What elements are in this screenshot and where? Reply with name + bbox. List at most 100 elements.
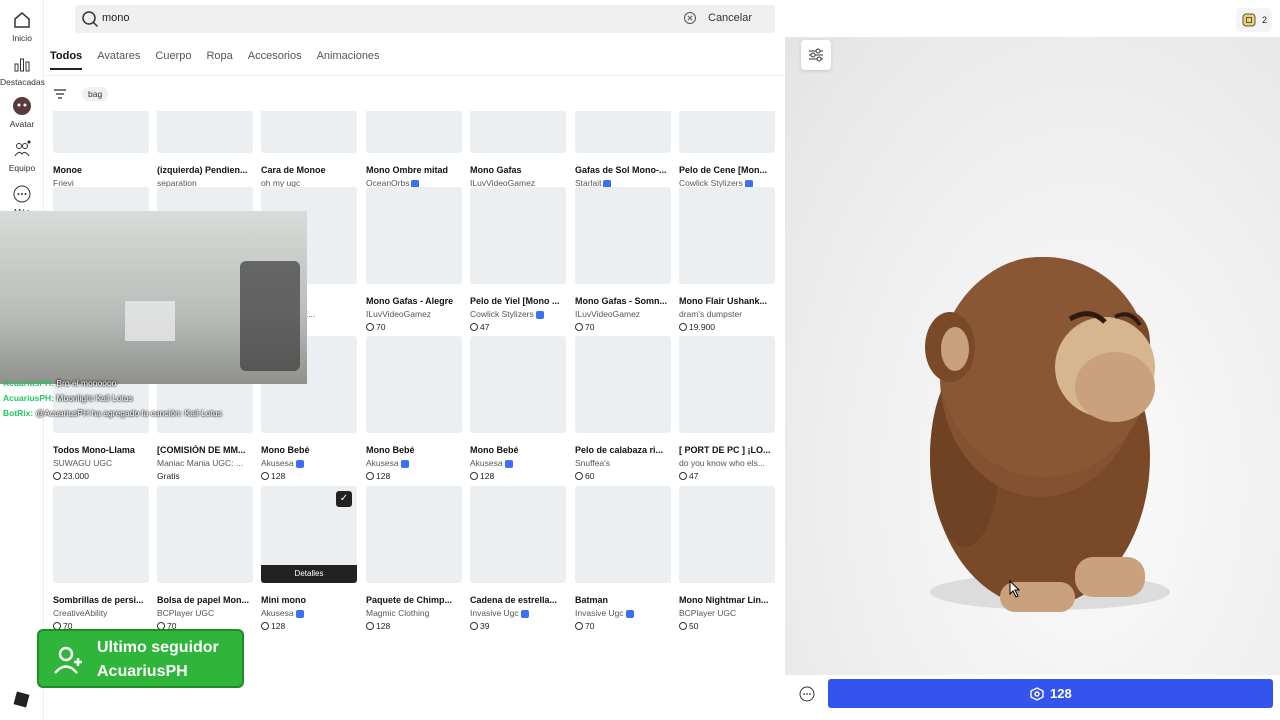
category-tabs: Todos Avatares Cuerpo Ropa Accesorios An…	[50, 50, 380, 70]
catalog-item-card[interactable]: Mono Nightmar Lin... BCPlayer UGC 50	[679, 486, 777, 631]
nav-item-featured[interactable]: Destacadas	[0, 54, 45, 87]
item-thumbnail[interactable]	[470, 111, 566, 153]
item-creator[interactable]: Invasive Ugc	[575, 608, 673, 618]
chat-user: AcuariusPH:	[3, 393, 55, 403]
item-creator[interactable]: Maniac Mania UGC: ...	[157, 458, 255, 468]
item-creator[interactable]: do you know who els...	[679, 458, 777, 468]
item-name: Mono Gafas - Alegre	[366, 296, 454, 306]
stream-chat: AcuariusPH: Bro el monoooo AcuariusPH: M…	[3, 378, 293, 423]
search-input[interactable]: mono	[75, 5, 775, 33]
item-thumbnail[interactable]	[366, 187, 462, 284]
item-thumbnail[interactable]	[261, 111, 357, 153]
item-thumbnail[interactable]	[575, 111, 671, 153]
item-thumbnail[interactable]	[679, 187, 775, 284]
nav-item-team[interactable]: Equipo	[0, 140, 44, 173]
item-thumbnail[interactable]	[470, 486, 566, 583]
item-creator[interactable]: CreativeAbility	[53, 608, 151, 618]
item-name: Pelo de Yiel [Mono ...	[470, 296, 560, 306]
robux-icon	[366, 472, 374, 480]
item-thumbnail[interactable]	[679, 111, 775, 153]
item-thumbnail[interactable]	[679, 486, 775, 583]
verified-badge-icon	[625, 609, 634, 618]
catalog-item-card[interactable]: Pelo de calabaza ri... Snuffea's 60	[575, 336, 673, 481]
tab-cuerpo[interactable]: Cuerpo	[155, 50, 191, 70]
follower-title: Ultimo seguidor	[97, 639, 219, 656]
robux-balance-value: 2	[1262, 15, 1268, 25]
mouse-cursor-icon	[1009, 580, 1021, 598]
item-thumbnail[interactable]	[366, 336, 462, 433]
item-creator[interactable]: Snuffea's	[575, 458, 673, 468]
catalog-item-card[interactable]: Paquete de Chimp... Magmic Clothing 128	[366, 486, 464, 631]
item-creator[interactable]: Akusesa	[261, 608, 359, 618]
roblox-avatar-shop: Inicio Destacadas Avatar Equipo Más mono…	[0, 0, 1280, 720]
item-creator[interactable]: BCPlayer UGC	[679, 608, 777, 618]
item-thumbnail[interactable]	[157, 111, 253, 153]
item-thumbnail[interactable]	[575, 187, 671, 284]
catalog-item-card[interactable]: Mono Gafas - Alegre ILuvVideoGamez 70	[366, 187, 464, 332]
item-price: 19.900	[679, 322, 777, 332]
item-name: Gafas de Sol Mono-...	[575, 165, 667, 175]
selected-check-icon[interactable]: ✓	[336, 491, 352, 507]
tab-avatares[interactable]: Avatares	[97, 50, 140, 70]
tab-animaciones[interactable]: Animaciones	[317, 50, 380, 70]
avatar-preview[interactable]	[785, 37, 1280, 675]
buy-button[interactable]: 128	[828, 679, 1273, 708]
item-name: Mono Flair Ushank...	[679, 296, 768, 306]
item-thumbnail[interactable]	[53, 111, 149, 153]
nav-item-home[interactable]: Inicio	[0, 10, 44, 43]
item-creator[interactable]: ILuvVideoGamez	[575, 309, 673, 319]
item-thumbnail[interactable]	[575, 336, 671, 433]
clear-search-icon[interactable]	[683, 11, 697, 25]
catalog-item-card[interactable]: Mono Gafas - Somn... ILuvVideoGamez 70	[575, 187, 673, 332]
robux-balance[interactable]: 2	[1236, 8, 1272, 32]
item-creator[interactable]: SUWAGU UGC	[53, 458, 151, 468]
details-button[interactable]: Detalles	[261, 565, 357, 583]
price-value: 60	[585, 471, 595, 481]
item-thumbnail[interactable]	[366, 111, 462, 153]
item-thumbnail[interactable]	[157, 486, 253, 583]
item-name: Pelo de calabaza ri...	[575, 445, 664, 455]
catalog-item-card[interactable]: ✓ Detalles Mini mono Akusesa 128	[261, 486, 359, 631]
item-creator[interactable]: Akusesa	[366, 458, 464, 468]
catalog-item-card[interactable]: Pelo de Yiel [Mono ... Cowlick Stylizers 4…	[470, 187, 568, 332]
buy-price: 128	[1050, 686, 1072, 701]
item-thumbnail[interactable]	[679, 336, 775, 433]
catalog-item-card[interactable]: Sombrillas de persi... CreativeAbility 70	[53, 486, 151, 631]
catalog-item-card[interactable]: [ PORT DE PC ] ¡LO... do you know who els…	[679, 336, 777, 481]
filter-chip[interactable]: bag	[82, 87, 109, 101]
item-thumbnail[interactable]	[470, 336, 566, 433]
tab-accesorios[interactable]: Accesorios	[248, 50, 302, 70]
item-creator[interactable]: Magmic Clothing	[366, 608, 464, 618]
filter-icon[interactable]	[53, 87, 67, 101]
item-creator[interactable]: Cowlick Stylizers	[470, 309, 568, 319]
tab-todos[interactable]: Todos	[50, 50, 83, 70]
verified-badge-icon	[520, 609, 529, 618]
catalog-item-card[interactable]: Cadena de estrella... Invasive Ugc 39	[470, 486, 568, 631]
item-creator[interactable]: Akusesa	[261, 458, 359, 468]
item-thumbnail[interactable]	[53, 486, 149, 583]
tab-ropa[interactable]: Ropa	[206, 50, 232, 70]
robux-icon	[679, 323, 687, 331]
more-options-icon[interactable]	[799, 686, 815, 702]
item-thumbnail[interactable]	[366, 486, 462, 583]
item-creator[interactable]: Akusesa	[470, 458, 568, 468]
catalog-item-card[interactable]: Batman Invasive Ugc 70	[575, 486, 673, 631]
item-thumbnail[interactable]	[470, 187, 566, 284]
preview-settings-button[interactable]	[801, 40, 831, 70]
verified-badge-icon	[400, 459, 409, 468]
nav-item-avatar[interactable]: Avatar	[0, 96, 44, 129]
item-creator[interactable]: Invasive Ugc	[470, 608, 568, 618]
robux-icon	[679, 622, 687, 630]
item-thumbnail[interactable]: ✓ Detalles	[261, 486, 357, 583]
catalog-item-card[interactable]: Mono Flair Ushank... dram's dumpster 19.90…	[679, 187, 777, 332]
item-price: 39	[470, 621, 568, 631]
catalog-item-card[interactable]: Mono Bebé Akusesa 128	[366, 336, 464, 481]
item-creator[interactable]: BCPlayer UGC	[157, 608, 255, 618]
item-creator[interactable]: dram's dumpster	[679, 309, 777, 319]
item-creator[interactable]: ILuvVideoGamez	[366, 309, 464, 319]
cancel-search-button[interactable]: Cancelar	[708, 12, 752, 24]
item-thumbnail[interactable]	[575, 486, 671, 583]
robux-icon	[53, 472, 61, 480]
catalog-item-card[interactable]: Mono Bebé Akusesa 128	[470, 336, 568, 481]
catalog-item-card[interactable]: Bolsa de papel Mon... BCPlayer UGC 70	[157, 486, 255, 631]
